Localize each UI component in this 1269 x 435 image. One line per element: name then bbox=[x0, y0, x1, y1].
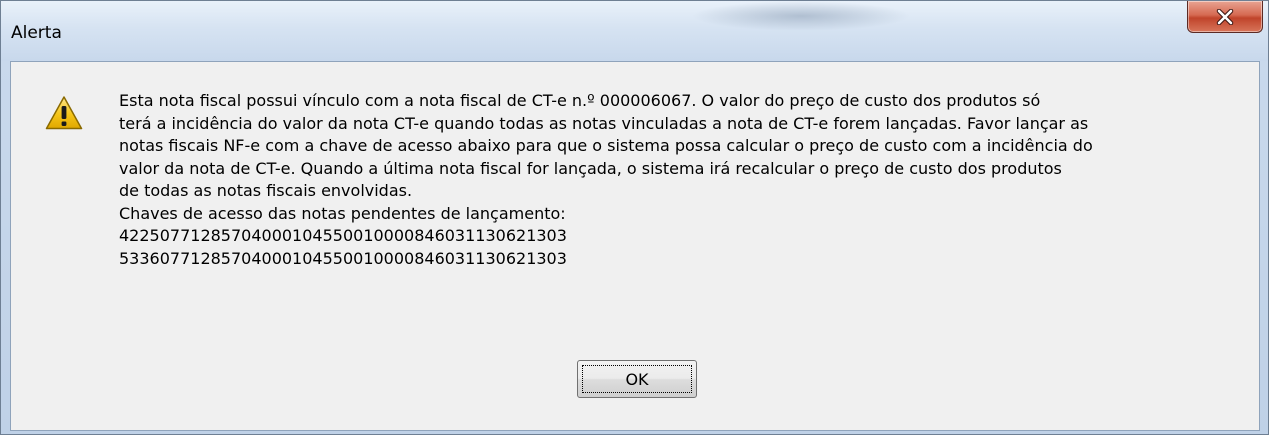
alert-window: Alerta Esta nota fiscal possui vínculo c… bbox=[0, 0, 1269, 435]
close-button[interactable] bbox=[1187, 1, 1263, 33]
title-bar[interactable]: Alerta bbox=[1, 1, 1268, 61]
ok-button-label: OK bbox=[625, 369, 649, 389]
warning-icon bbox=[45, 96, 83, 130]
access-key: 4225077128570400010455001000084603113062… bbox=[119, 226, 567, 245]
message-line: de todas as notas fiscais envolvidas. bbox=[119, 181, 413, 200]
window-title: Alerta bbox=[11, 23, 62, 43]
pending-keys-heading: Chaves de acesso das notas pendentes de … bbox=[119, 203, 566, 223]
access-key: 5336077128570400010455001000084603113062… bbox=[119, 248, 567, 268]
ok-button[interactable]: OK bbox=[577, 360, 697, 398]
message-line: Esta nota fiscal possui vínculo com a no… bbox=[119, 91, 1041, 110]
message-line: notas fiscais NF-e com a chave de acesso… bbox=[119, 136, 1093, 155]
title-bar-glare bbox=[691, 1, 911, 31]
dialog-content: Esta nota fiscal possui vínculo com a no… bbox=[10, 61, 1260, 431]
message-line: terá a incidência do valor da nota CT-e … bbox=[119, 113, 1089, 133]
alert-message: Esta nota fiscal possui vínculo com a no… bbox=[119, 90, 1244, 270]
close-icon bbox=[1216, 8, 1234, 25]
message-line: valor da nota de CT-e. Quando a última n… bbox=[119, 158, 1062, 178]
